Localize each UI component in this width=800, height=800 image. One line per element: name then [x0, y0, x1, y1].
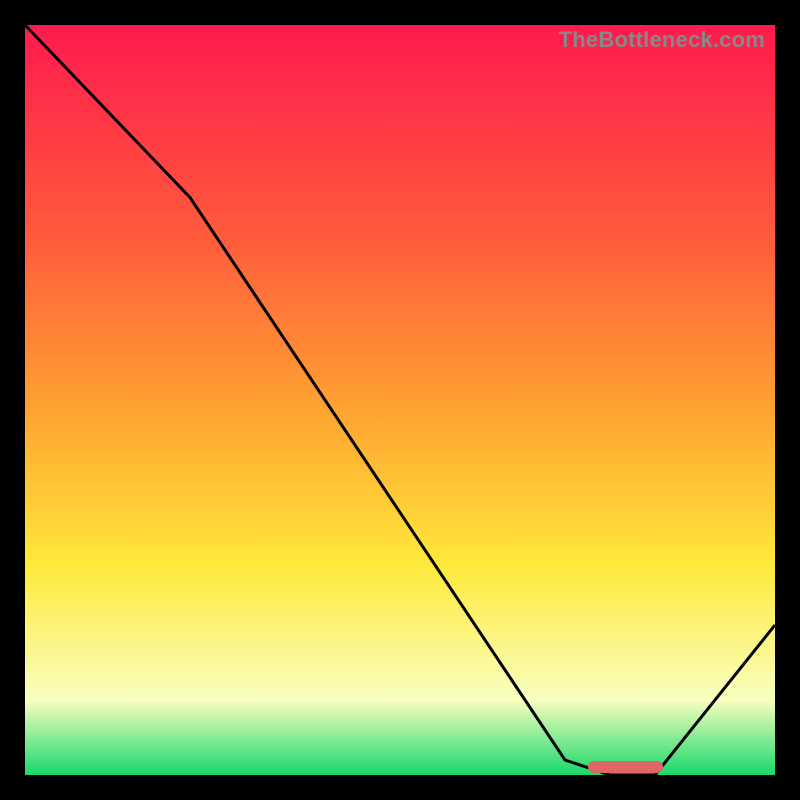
- plot-area: TheBottleneck.com: [25, 25, 775, 775]
- optimal-range-bar: [588, 761, 663, 773]
- bottleneck-curve: [25, 25, 775, 775]
- chart-frame: TheBottleneck.com: [0, 0, 800, 800]
- curve-svg: [25, 25, 775, 775]
